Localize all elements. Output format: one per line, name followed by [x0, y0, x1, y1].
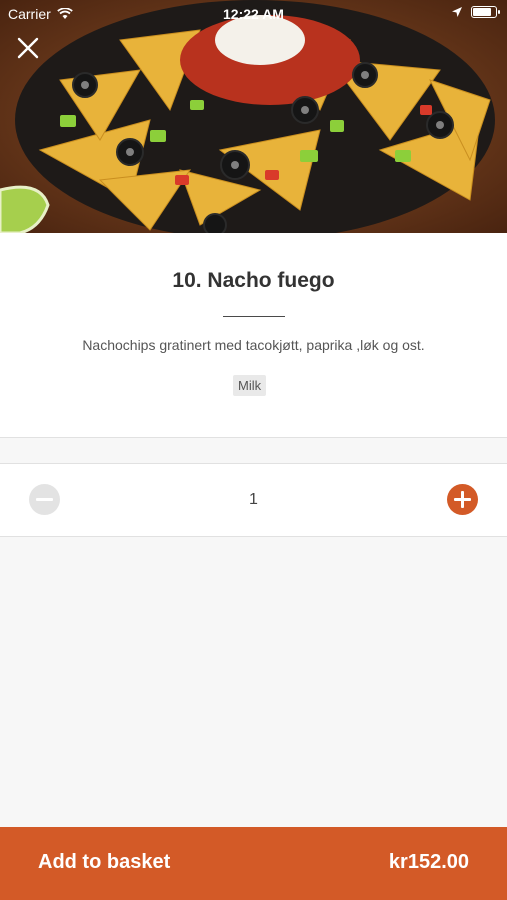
location-arrow-icon: [452, 7, 462, 17]
title-divider: [223, 316, 285, 317]
battery-icon: [471, 6, 500, 18]
close-icon: [17, 37, 39, 59]
section-divider: [0, 536, 507, 537]
basket-price: kr152.00: [388, 851, 469, 873]
section-divider: [0, 437, 507, 438]
product-image: [0, 0, 507, 233]
status-bar-right: [451, 6, 500, 18]
status-bar: Carrier 12:22 AM: [0, 0, 507, 28]
status-bar-time: 12:22 AM: [223, 6, 284, 22]
quantity-stepper: 1: [0, 464, 507, 536]
increase-quantity-button[interactable]: [447, 484, 478, 515]
add-to-basket-label: Add to basket: [38, 851, 171, 873]
product-info: 10. Nacho fuego Nachochips gratinert med…: [0, 233, 507, 437]
quantity-value: 1: [249, 491, 258, 508]
product-description: Nachochips gratinert med tacokjøtt, papr…: [82, 337, 425, 353]
battery-level: [473, 8, 491, 16]
product-title: 10. Nacho fuego: [172, 269, 335, 292]
allergen-tag: Milk: [233, 375, 267, 396]
close-button[interactable]: [12, 32, 44, 64]
add-to-basket-button[interactable]: Add to basket kr152.00: [0, 827, 507, 900]
nachos-photo: [0, 0, 507, 233]
